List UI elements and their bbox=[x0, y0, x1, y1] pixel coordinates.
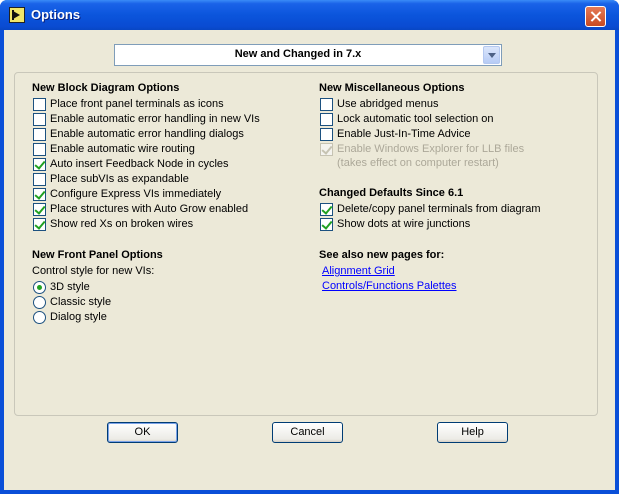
checkbox-box[interactable] bbox=[320, 203, 333, 216]
help-button[interactable]: Help bbox=[437, 422, 508, 443]
checkbox-box bbox=[320, 143, 333, 156]
front-panel-title: New Front Panel Options bbox=[32, 249, 163, 261]
checkbox-label: Lock automatic tool selection on bbox=[337, 113, 494, 125]
see-also-title: See also new pages for: bbox=[319, 249, 445, 261]
restart-note: (takes effect on computer restart) bbox=[337, 157, 499, 169]
checkbox-label: Show dots at wire junctions bbox=[337, 218, 471, 230]
radio-circle[interactable] bbox=[33, 311, 46, 324]
checkbox-box[interactable] bbox=[33, 158, 46, 171]
checkbox-box[interactable] bbox=[33, 203, 46, 216]
checkbox-label: Place subVIs as expandable bbox=[50, 173, 189, 185]
category-select[interactable]: New and Changed in 7.x bbox=[114, 44, 502, 66]
checkbox-label: Auto insert Feedback Node in cycles bbox=[50, 158, 229, 170]
checkbox-box[interactable] bbox=[33, 173, 46, 186]
checkbox-label: Enable Windows Explorer for LLB files bbox=[337, 143, 525, 155]
checkbox-label: Configure Express VIs immediately bbox=[50, 188, 222, 200]
radio-label: Classic style bbox=[50, 296, 112, 308]
radio-label: 3D style bbox=[50, 281, 90, 293]
link-controls-functions-palettes[interactable]: Controls/Functions Palettes bbox=[322, 280, 457, 292]
checkbox-label: Enable automatic error handling dialogs bbox=[50, 128, 244, 140]
radio-circle[interactable] bbox=[33, 281, 46, 294]
checkbox-box[interactable] bbox=[320, 98, 333, 111]
title-bar[interactable]: Options bbox=[0, 0, 619, 30]
checkbox-box[interactable] bbox=[320, 218, 333, 231]
options-window: Options New and Changed in 7.x New Block… bbox=[0, 0, 619, 494]
options-panel: New Block Diagram Options Place front pa… bbox=[14, 72, 598, 416]
checkbox-box[interactable] bbox=[33, 128, 46, 141]
checkbox-box[interactable] bbox=[33, 98, 46, 111]
checkbox-label: Enable automatic wire routing bbox=[50, 143, 195, 155]
control-style-label: Control style for new VIs: bbox=[32, 265, 155, 277]
dialog-body: New and Changed in 7.x New Block Diagram… bbox=[4, 30, 615, 490]
category-select-value: New and Changed in 7.x bbox=[234, 48, 362, 60]
checkbox-box[interactable] bbox=[320, 113, 333, 126]
checkbox-label: Delete/copy panel terminals from diagram bbox=[337, 203, 541, 215]
close-icon[interactable] bbox=[585, 6, 606, 27]
labview-app-icon bbox=[9, 7, 25, 23]
link-alignment-grid[interactable]: Alignment Grid bbox=[322, 265, 395, 277]
checkbox-label: Enable Just-In-Time Advice bbox=[337, 128, 471, 140]
checkbox-label: Use abridged menus bbox=[337, 98, 439, 110]
checkbox-box[interactable] bbox=[33, 218, 46, 231]
checkbox-label: Place front panel terminals as icons bbox=[50, 98, 224, 110]
chevron-down-icon[interactable] bbox=[483, 46, 500, 64]
checkbox-box[interactable] bbox=[33, 143, 46, 156]
misc-title: New Miscellaneous Options bbox=[319, 82, 465, 94]
changed-defaults-title: Changed Defaults Since 6.1 bbox=[319, 187, 464, 199]
checkbox-box[interactable] bbox=[33, 113, 46, 126]
block-diagram-title: New Block Diagram Options bbox=[32, 82, 180, 94]
checkbox-label: Enable automatic error handling in new V… bbox=[50, 113, 260, 125]
checkbox-label: Show red Xs on broken wires bbox=[50, 218, 194, 230]
window-title: Options bbox=[31, 7, 81, 22]
checkbox-box[interactable] bbox=[33, 188, 46, 201]
checkbox-box[interactable] bbox=[320, 128, 333, 141]
cancel-button[interactable]: Cancel bbox=[272, 422, 343, 443]
radio-label: Dialog style bbox=[50, 311, 107, 323]
ok-button[interactable]: OK bbox=[107, 422, 178, 443]
radio-circle[interactable] bbox=[33, 296, 46, 309]
checkbox-label: Place structures with Auto Grow enabled bbox=[50, 203, 249, 215]
